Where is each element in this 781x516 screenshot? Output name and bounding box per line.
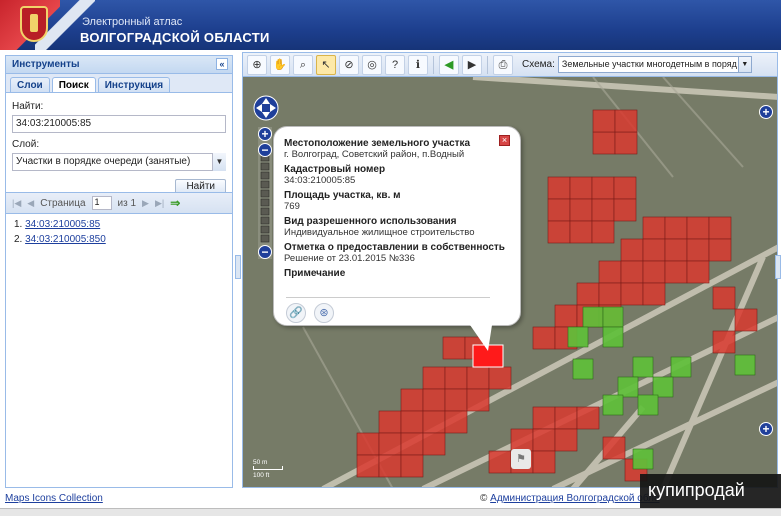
tab-search[interactable]: Поиск <box>51 77 96 92</box>
link-icon[interactable]: 🔗 <box>286 303 306 323</box>
tools-tabs: Слои Поиск Инструкция <box>6 74 232 93</box>
layer-select[interactable]: Участки в порядке очереди (занятые) ▼ <box>12 153 226 171</box>
scheme-select[interactable]: Земельные участки многодетным в поряд ▼ <box>557 56 752 73</box>
window-bottom-strip <box>0 508 781 516</box>
clear-selection-icon[interactable]: ⊘ <box>339 54 359 75</box>
last-page-icon[interactable]: ▶| <box>155 198 164 209</box>
zoom-box-icon[interactable]: ⌕ <box>293 54 313 75</box>
map-canvas[interactable]: + − − + + × Местоположение земельного уч… <box>243 77 777 487</box>
globe-icon[interactable]: ⊛ <box>314 303 334 323</box>
results-pager: |◀ ◀ Страница 1 из 1 ▶ ▶| ⇒ <box>6 192 232 214</box>
popup-field-value: Индивидуальное жилищное строительство <box>284 227 475 238</box>
scale-top-label: 50 m <box>253 459 268 466</box>
left-splitter-handle[interactable] <box>235 255 241 279</box>
app-header: Электронный атлас ВОЛГОГРАДСКОЙ ОБЛАСТИ <box>0 0 781 50</box>
map-panel: ⊕ ✋ ⌕ ↖ ⊘ ◎ ? ℹ ◀ ▶ ⎙ Схема: Земельные у… <box>242 52 778 488</box>
list-item: 1. 34:03:210005:85 <box>14 219 106 230</box>
maps-icons-link[interactable]: Maps Icons Collection <box>5 493 103 504</box>
tools-panel-title: Инструменты <box>12 59 80 70</box>
popup-field-value: 769 <box>284 201 300 212</box>
zoom-out-icon[interactable]: − <box>258 245 272 259</box>
print-icon[interactable]: ⎙ <box>493 54 513 75</box>
zoom-extent-icon[interactable]: ⊕ <box>247 54 267 75</box>
popup-divider <box>286 297 490 298</box>
map-toolbar: ⊕ ✋ ⌕ ↖ ⊘ ◎ ? ℹ ◀ ▶ ⎙ Схема: Земельные у… <box>243 53 777 77</box>
forward-arrow-icon[interactable]: ▶ <box>462 54 482 75</box>
expand-right-bottom-icon[interactable]: + <box>759 422 773 436</box>
administration-link[interactable]: Администрация Волгоградской обла <box>490 493 659 504</box>
chevron-down-icon[interactable]: ▼ <box>737 57 751 72</box>
results-list: 1. 34:03:210005:85 2. 34:03:210005:850 <box>14 219 106 249</box>
toolbar-separator <box>487 55 488 74</box>
popup-field-label: Отметка о предоставлении в собственность <box>284 242 505 253</box>
measure-icon[interactable]: ◎ <box>362 54 382 75</box>
find-label: Найти: <box>12 101 44 112</box>
refresh-arrow-icon[interactable]: ⇒ <box>170 196 180 210</box>
tab-layers[interactable]: Слои <box>10 77 50 92</box>
zoom-slider[interactable]: + − − <box>258 127 272 259</box>
find-input[interactable]: 34:03:210005:85 <box>12 115 226 133</box>
prev-page-icon[interactable]: ◀ <box>27 198 34 209</box>
collapse-panel-icon[interactable]: « <box>216 58 228 70</box>
help-icon[interactable]: ? <box>385 54 405 75</box>
popup-field-label: Примечание <box>284 268 346 279</box>
identify-info-icon[interactable]: ℹ <box>408 54 428 75</box>
scale-bottom-label: 100 ft <box>253 472 270 479</box>
next-page-icon[interactable]: ▶ <box>142 198 149 209</box>
first-page-icon[interactable]: |◀ <box>12 198 21 209</box>
popup-field-value: Решение от 23.01.2015 №336 <box>284 253 415 264</box>
close-icon[interactable]: × <box>499 135 510 146</box>
scheme-select-value: Земельные участки многодетным в поряд <box>561 59 737 69</box>
tools-panel: Инструменты « Слои Поиск Инструкция Найт… <box>5 55 233 488</box>
result-link[interactable]: 34:03:210005:85 <box>25 219 100 230</box>
result-index: 1. <box>14 219 23 230</box>
header-subtitle: Электронный атлас <box>82 16 183 28</box>
pan-hand-icon[interactable]: ✋ <box>270 54 290 75</box>
page-input[interactable]: 1 <box>91 196 112 210</box>
scheme-label: Схема: <box>522 59 555 70</box>
expand-right-icon[interactable]: + <box>759 105 773 119</box>
layer-label: Слой: <box>12 139 40 150</box>
search-form: Найти: 34:03:210005:85 Слой: Участки в п… <box>6 93 232 195</box>
result-link[interactable]: 34:03:210005:850 <box>25 234 106 245</box>
scale-line <box>253 466 283 470</box>
header-title: ВОЛГОГРАДСКОЙ ОБЛАСТИ <box>80 30 270 45</box>
list-item: 2. 34:03:210005:850 <box>14 234 106 245</box>
region-emblem-icon <box>20 6 48 42</box>
back-arrow-icon[interactable]: ◀ <box>439 54 459 75</box>
tools-panel-header: Инструменты « <box>6 56 232 74</box>
result-index: 2. <box>14 234 23 245</box>
zoom-in-icon[interactable]: + <box>258 127 272 141</box>
watermark-logo: купипродай <box>640 474 781 510</box>
popup-pointer <box>470 325 492 351</box>
toolbar-separator <box>433 55 434 74</box>
bookmark-icon[interactable]: ⚑ <box>511 449 531 469</box>
popup-field-value: г. Волгоград, Советский район, п.Водный <box>284 149 465 160</box>
copyright-symbol: © <box>480 493 488 504</box>
scale-bar: 50 m 100 ft <box>253 459 283 479</box>
popup-field-label: Площадь участка, кв. м <box>284 190 401 201</box>
layer-select-value[interactable]: Участки в порядке очереди (занятые) <box>12 153 226 171</box>
popup-field-label: Вид разрешенного использования <box>284 216 457 227</box>
tab-instructions[interactable]: Инструкция <box>97 77 171 92</box>
select-identify-icon[interactable]: ↖ <box>316 54 336 75</box>
popup-field-label: Кадастровый номер <box>284 164 386 175</box>
info-popup: × Местоположение земельного участка г. В… <box>273 126 521 351</box>
right-splitter-handle[interactable] <box>775 255 781 279</box>
copyright-line: © Администрация Волгоградской обла <box>480 493 660 504</box>
chevron-down-icon[interactable]: ▼ <box>212 153 226 171</box>
popup-field-value: 34:03:210005:85 <box>284 175 356 186</box>
popup-field-label: Местоположение земельного участка <box>284 138 471 149</box>
page-label: Страница <box>40 197 86 209</box>
page-total: из 1 <box>117 197 137 209</box>
zoom-handle[interactable]: − <box>258 143 272 157</box>
pan-control-icon[interactable] <box>253 95 279 121</box>
